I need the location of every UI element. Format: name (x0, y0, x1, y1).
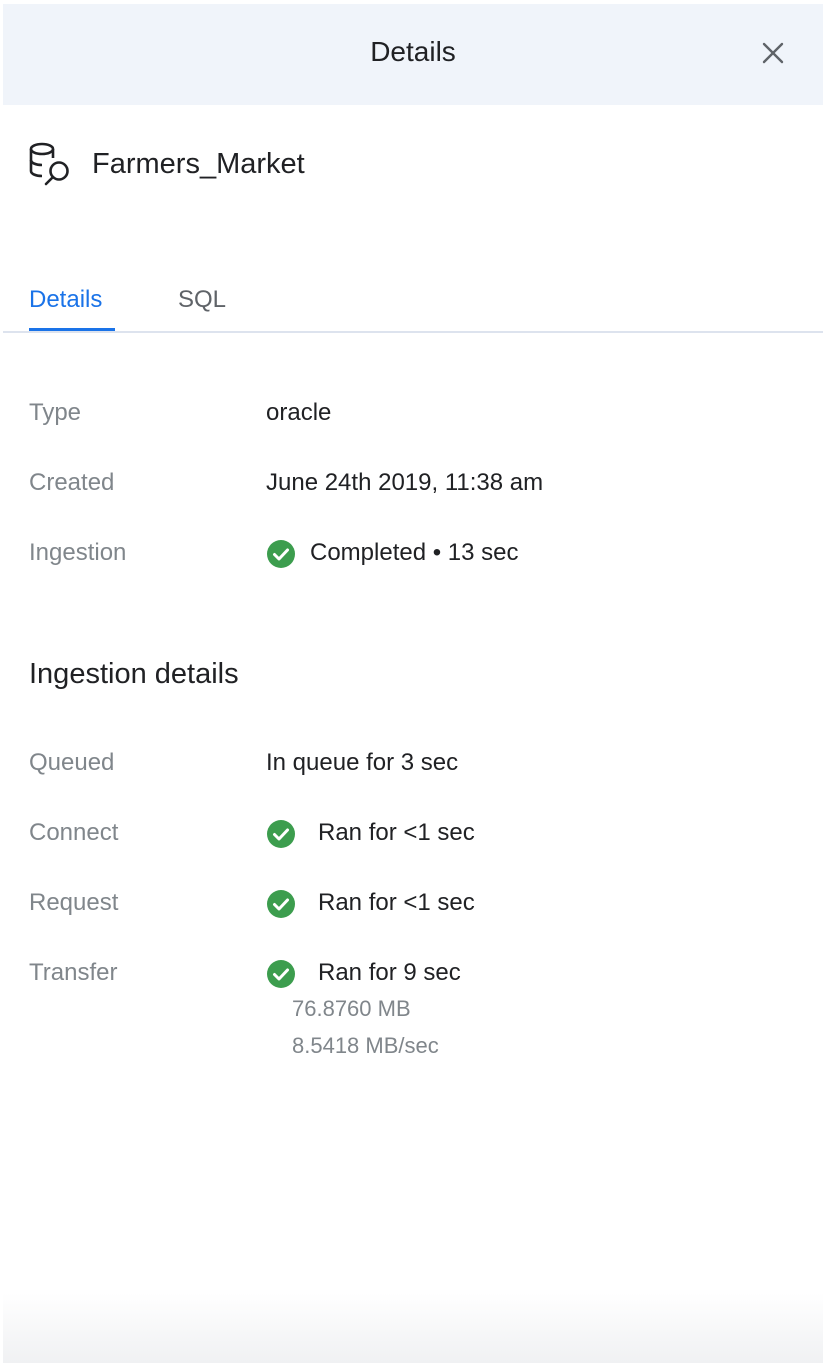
transfer-value: Ran for 9 sec (318, 959, 461, 986)
transfer-label: Transfer (29, 959, 118, 986)
queued-label: Queued (29, 749, 115, 776)
check-circle-icon (267, 540, 295, 568)
transfer-size: 76.8760 MB (292, 996, 411, 1021)
type-label: Type (29, 399, 82, 426)
tab-sql[interactable]: SQL (178, 284, 226, 316)
panel-title: Details (370, 36, 456, 67)
created-label: Created (29, 469, 115, 496)
detail-row-queued: Queued In queue for 3 sec (29, 743, 809, 783)
check-circle-icon (267, 960, 295, 988)
connect-value: Ran for <1 sec (318, 819, 475, 846)
detail-row-ingestion: Ingestion Completed • 13 sec (29, 533, 809, 573)
details-panel: Details Farmers_Market Details SQL Type … (3, 4, 823, 1363)
bottom-fade (3, 1293, 823, 1363)
check-circle-icon (267, 820, 295, 848)
dataset-name: Farmers_Market (92, 147, 305, 180)
detail-row-request: Request Ran for <1 sec (29, 883, 809, 923)
type-value: oracle (266, 399, 332, 426)
connect-label: Connect (29, 819, 119, 846)
database-search-icon (29, 142, 69, 186)
queued-value: In queue for 3 sec (266, 749, 459, 776)
detail-row-type: Type oracle (29, 393, 809, 433)
detail-row-connect: Connect Ran for <1 sec (29, 813, 809, 853)
dataset-title-row: Farmers_Market (27, 140, 305, 188)
check-circle-icon (267, 890, 295, 918)
request-label: Request (29, 889, 119, 916)
active-tab-indicator (29, 328, 115, 331)
detail-row-transfer: Transfer Ran for 9 sec (29, 953, 809, 993)
detail-row-created: Created June 24th 2019, 11:38 am (29, 463, 809, 503)
created-value: June 24th 2019, 11:38 am (266, 469, 544, 496)
ingestion-details-heading: Ingestion details (29, 658, 239, 690)
close-button[interactable] (758, 38, 788, 68)
transfer-rate: 8.5418 MB/sec (292, 1033, 439, 1058)
ingestion-label: Ingestion (29, 539, 127, 566)
request-value: Ran for <1 sec (318, 889, 475, 916)
tab-details[interactable]: Details (29, 284, 102, 316)
panel-header: Details (3, 4, 823, 105)
close-icon (762, 42, 784, 64)
ingestion-status: Completed • 13 sec (310, 539, 519, 566)
tab-bar: Details SQL (3, 276, 823, 333)
